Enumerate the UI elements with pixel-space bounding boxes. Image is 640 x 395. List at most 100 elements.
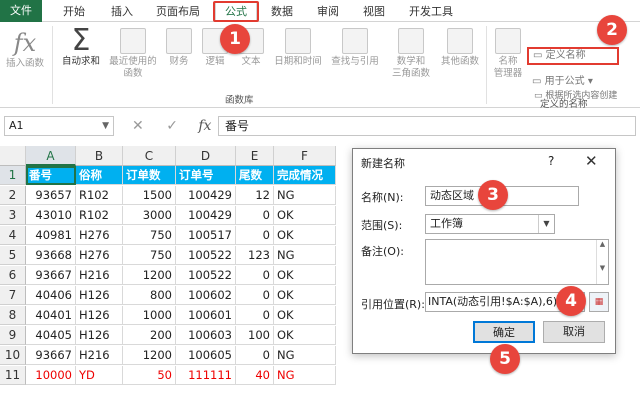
table-cell[interactable]: R102	[76, 186, 123, 205]
tab-view[interactable]: 视图	[358, 3, 390, 21]
tab-home[interactable]: 开始	[58, 3, 90, 21]
tab-page-layout[interactable]: 页面布局	[150, 3, 206, 21]
comment-textarea[interactable]: ▲ ▼	[425, 239, 609, 285]
table-cell[interactable]: 1200	[123, 266, 176, 285]
table-cell[interactable]: 93667	[26, 346, 76, 365]
table-cell[interactable]: 0	[236, 286, 274, 305]
column-header-f[interactable]: F	[274, 146, 336, 166]
datetime-button[interactable]: 日期和时间	[270, 28, 326, 68]
table-cell[interactable]: 100429	[176, 186, 236, 205]
table-cell[interactable]: 1500	[123, 186, 176, 205]
tab-developer[interactable]: 开发工具	[403, 3, 459, 21]
row-header[interactable]: 1	[0, 166, 26, 185]
row-header[interactable]: 10	[0, 346, 26, 365]
table-cell[interactable]: 50	[123, 366, 176, 385]
define-name-button[interactable]: ▭ 定义名称	[527, 47, 619, 65]
column-header-c[interactable]: C	[123, 146, 176, 166]
scope-select[interactable]: 工作簿 ▼	[425, 214, 555, 234]
table-cell[interactable]: 93657	[26, 186, 76, 205]
row-header[interactable]: 2	[0, 186, 26, 205]
row-header[interactable]: 5	[0, 246, 26, 265]
table-cell[interactable]: H216	[76, 266, 123, 285]
math-button[interactable]: 数学和 三角函数	[388, 28, 434, 80]
table-cell[interactable]: 100522	[176, 246, 236, 265]
table-cell[interactable]: H276	[76, 226, 123, 245]
table-cell[interactable]: OK	[274, 266, 336, 285]
financial-button[interactable]: 财务	[162, 28, 196, 68]
table-cell[interactable]: H126	[76, 286, 123, 305]
table-cell[interactable]: 93667	[26, 266, 76, 285]
table-cell[interactable]: 800	[123, 286, 176, 305]
table-cell[interactable]: H276	[76, 246, 123, 265]
table-cell[interactable]: 100605	[176, 346, 236, 365]
tab-data[interactable]: 数据	[266, 3, 298, 21]
table-cell[interactable]: 100601	[176, 306, 236, 325]
column-header-d[interactable]: D	[176, 146, 236, 166]
textarea-scrollbar[interactable]: ▲ ▼	[596, 240, 608, 284]
table-cell[interactable]: OK	[274, 226, 336, 245]
table-cell[interactable]: 750	[123, 226, 176, 245]
chevron-down-icon[interactable]: ▼	[538, 215, 554, 233]
table-cell[interactable]: 3000	[123, 206, 176, 225]
table-cell[interactable]: NG	[274, 246, 336, 265]
ok-button[interactable]: 确定	[473, 321, 535, 343]
table-cell[interactable]: 40405	[26, 326, 76, 345]
table-cell[interactable]: 100	[236, 326, 274, 345]
table-cell[interactable]: OK	[274, 306, 336, 325]
column-header-b[interactable]: B	[76, 146, 123, 166]
row-header[interactable]: 8	[0, 306, 26, 325]
table-cell[interactable]: NG	[274, 346, 336, 365]
table-cell[interactable]: YD	[76, 366, 123, 385]
table-cell[interactable]: 100602	[176, 286, 236, 305]
select-all-corner[interactable]	[0, 146, 26, 166]
close-icon[interactable]: ✕	[585, 152, 598, 170]
table-cell[interactable]: R102	[76, 206, 123, 225]
table-cell[interactable]: 750	[123, 246, 176, 265]
table-cell[interactable]: 1000	[123, 306, 176, 325]
table-cell[interactable]: 0	[236, 306, 274, 325]
lookup-button[interactable]: 查找与引用	[326, 28, 384, 68]
table-cell[interactable]: NG	[274, 186, 336, 205]
table-cell[interactable]: 12	[236, 186, 274, 205]
table-cell[interactable]: OK	[274, 326, 336, 345]
tab-file[interactable]: 文件	[0, 0, 42, 22]
header-cell[interactable]: 订单数	[123, 166, 176, 185]
row-header[interactable]: 4	[0, 226, 26, 245]
header-cell[interactable]: 完成情况	[274, 166, 336, 185]
table-cell[interactable]: 1200	[123, 346, 176, 365]
name-box[interactable]: A1 ▼	[4, 116, 114, 136]
table-cell[interactable]: H126	[76, 326, 123, 345]
table-cell[interactable]: 0	[236, 346, 274, 365]
fx-icon[interactable]: fx	[198, 118, 211, 134]
column-header-a[interactable]: A	[26, 146, 76, 166]
collapse-dialog-icon[interactable]: ▦	[589, 292, 609, 312]
row-header[interactable]: 7	[0, 286, 26, 305]
table-cell[interactable]: H126	[76, 306, 123, 325]
table-cell[interactable]: OK	[274, 286, 336, 305]
row-header[interactable]: 6	[0, 266, 26, 285]
enter-icon[interactable]: ✓	[166, 118, 178, 134]
table-cell[interactable]: 111111	[176, 366, 236, 385]
table-cell[interactable]: H216	[76, 346, 123, 365]
table-cell[interactable]: OK	[274, 206, 336, 225]
help-icon[interactable]: ?	[548, 154, 554, 168]
autosum-button[interactable]: Σ 自动求和	[56, 26, 106, 68]
row-header[interactable]: 11	[0, 366, 26, 385]
tab-review[interactable]: 审阅	[312, 3, 344, 21]
table-cell[interactable]: 40406	[26, 286, 76, 305]
table-cell[interactable]: 40981	[26, 226, 76, 245]
table-cell[interactable]: NG	[274, 366, 336, 385]
table-cell[interactable]: 0	[236, 226, 274, 245]
chevron-down-icon[interactable]: ▼	[102, 117, 109, 135]
other-functions-button[interactable]: 其他函数	[436, 28, 484, 68]
header-cell[interactable]: 订单号	[176, 166, 236, 185]
table-cell[interactable]: 100603	[176, 326, 236, 345]
table-cell[interactable]: 43010	[26, 206, 76, 225]
tab-insert[interactable]: 插入	[106, 3, 138, 21]
table-cell[interactable]: 200	[123, 326, 176, 345]
column-header-e[interactable]: E	[236, 146, 274, 166]
cancel-icon[interactable]: ✕	[132, 118, 144, 134]
header-cell[interactable]: 尾数	[236, 166, 274, 185]
insert-function-button[interactable]: fx 插入函数	[2, 28, 48, 70]
cancel-button[interactable]: 取消	[543, 321, 605, 343]
